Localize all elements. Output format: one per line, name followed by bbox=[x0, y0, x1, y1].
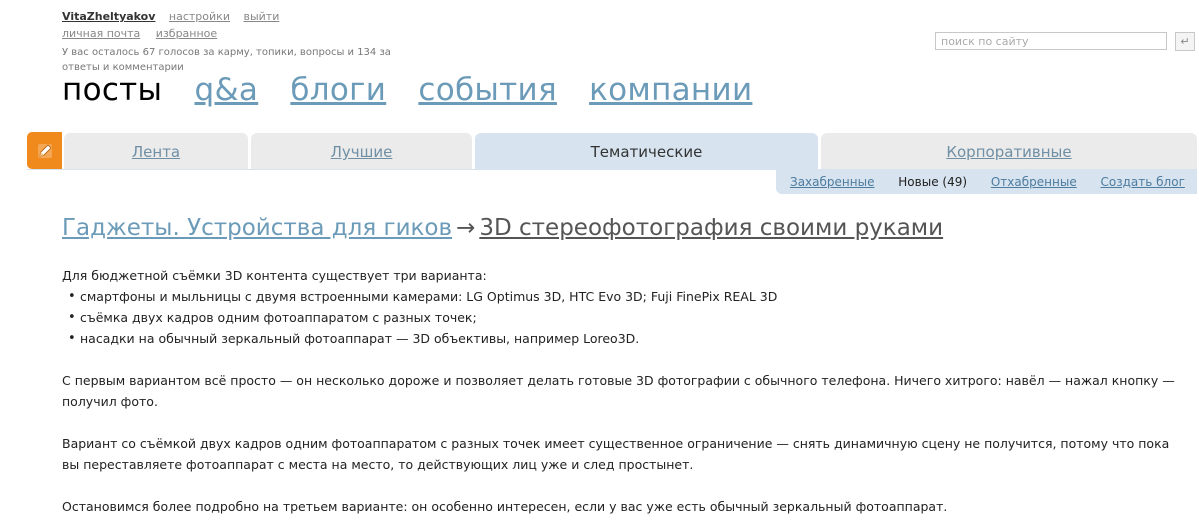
intro-paragraph: Для бюджетной съёмки 3D контента существ… bbox=[62, 268, 487, 283]
list-item: съёмка двух кадров одним фотоаппаратом с… bbox=[68, 307, 1177, 328]
search-input[interactable] bbox=[935, 32, 1167, 50]
paragraph-1: С первым вариантом всё просто — он неско… bbox=[62, 373, 1175, 409]
options-list: смартфоны и мыльницы с двумя встроенными… bbox=[62, 286, 1177, 349]
subnav-habred[interactable]: Захабренные bbox=[790, 175, 874, 189]
tab-corporate[interactable]: Корпоративные bbox=[821, 133, 1197, 169]
tab-label: Лучшие bbox=[330, 143, 393, 161]
nav-companies[interactable]: компании bbox=[589, 72, 752, 108]
tab-thematic[interactable]: Тематические bbox=[475, 133, 818, 169]
tab-label: Тематические bbox=[590, 143, 703, 161]
search-submit-button[interactable]: ↵ bbox=[1175, 32, 1195, 51]
main-nav: посты q&a блоги события компании bbox=[62, 72, 774, 108]
logout-link[interactable]: выйти bbox=[243, 10, 279, 23]
subnav-new[interactable]: Новые (49) bbox=[898, 175, 967, 189]
user-links-row: VitaZheltyakov настройки выйти bbox=[62, 10, 279, 23]
private-mail-link[interactable]: личная почта bbox=[62, 27, 140, 40]
tab-feed[interactable]: Лента bbox=[64, 133, 248, 169]
tab-label: Лента bbox=[131, 143, 181, 161]
breadcrumb-arrow: → bbox=[456, 215, 476, 241]
settings-link[interactable]: настройки bbox=[169, 10, 230, 23]
write-post-button[interactable] bbox=[27, 132, 62, 169]
subnav-create-blog[interactable]: Создать блог bbox=[1101, 175, 1185, 189]
list-item: насадки на обычный зеркальный фотоаппара… bbox=[68, 328, 1177, 349]
post-title-link[interactable]: 3D стереофотография своими руками bbox=[479, 215, 943, 241]
tab-label: Корпоративные bbox=[946, 143, 1072, 161]
tab-best[interactable]: Лучшие bbox=[251, 133, 472, 169]
paragraph-2: Вариант со съёмкой двух кадров одним фот… bbox=[62, 436, 1170, 472]
favorites-link[interactable]: избранное bbox=[156, 27, 217, 40]
post-heading: Гаджеты. Устройства для гиков → 3D стереоф… bbox=[62, 215, 943, 241]
nav-blogs[interactable]: блоги bbox=[290, 72, 386, 108]
nav-qa[interactable]: q&a bbox=[194, 72, 258, 108]
post-content: Для бюджетной съёмки 3D контента существ… bbox=[62, 265, 1177, 517]
enter-arrow-icon: ↵ bbox=[1180, 35, 1190, 48]
pencil-icon bbox=[37, 143, 52, 158]
votes-remaining-text: У вас осталось 67 голосов за карму, топи… bbox=[62, 47, 391, 73]
nav-posts[interactable]: посты bbox=[62, 72, 162, 108]
blog-link[interactable]: Гаджеты. Устройства для гиков bbox=[62, 215, 452, 241]
username-link[interactable]: VitaZheltyakov bbox=[62, 10, 155, 23]
list-item: смартфоны и мыльницы с двумя встроенными… bbox=[68, 286, 1177, 307]
sub-navigation: Захабренные Новые (49) Отхабренные Созда… bbox=[776, 170, 1197, 194]
user-links-row-2: личная почта избранное bbox=[62, 27, 229, 40]
subnav-unhabred[interactable]: Отхабренные bbox=[991, 175, 1077, 189]
nav-events[interactable]: события bbox=[418, 72, 557, 108]
paragraph-3: Остановимся более подробно на третьем ва… bbox=[62, 499, 948, 514]
